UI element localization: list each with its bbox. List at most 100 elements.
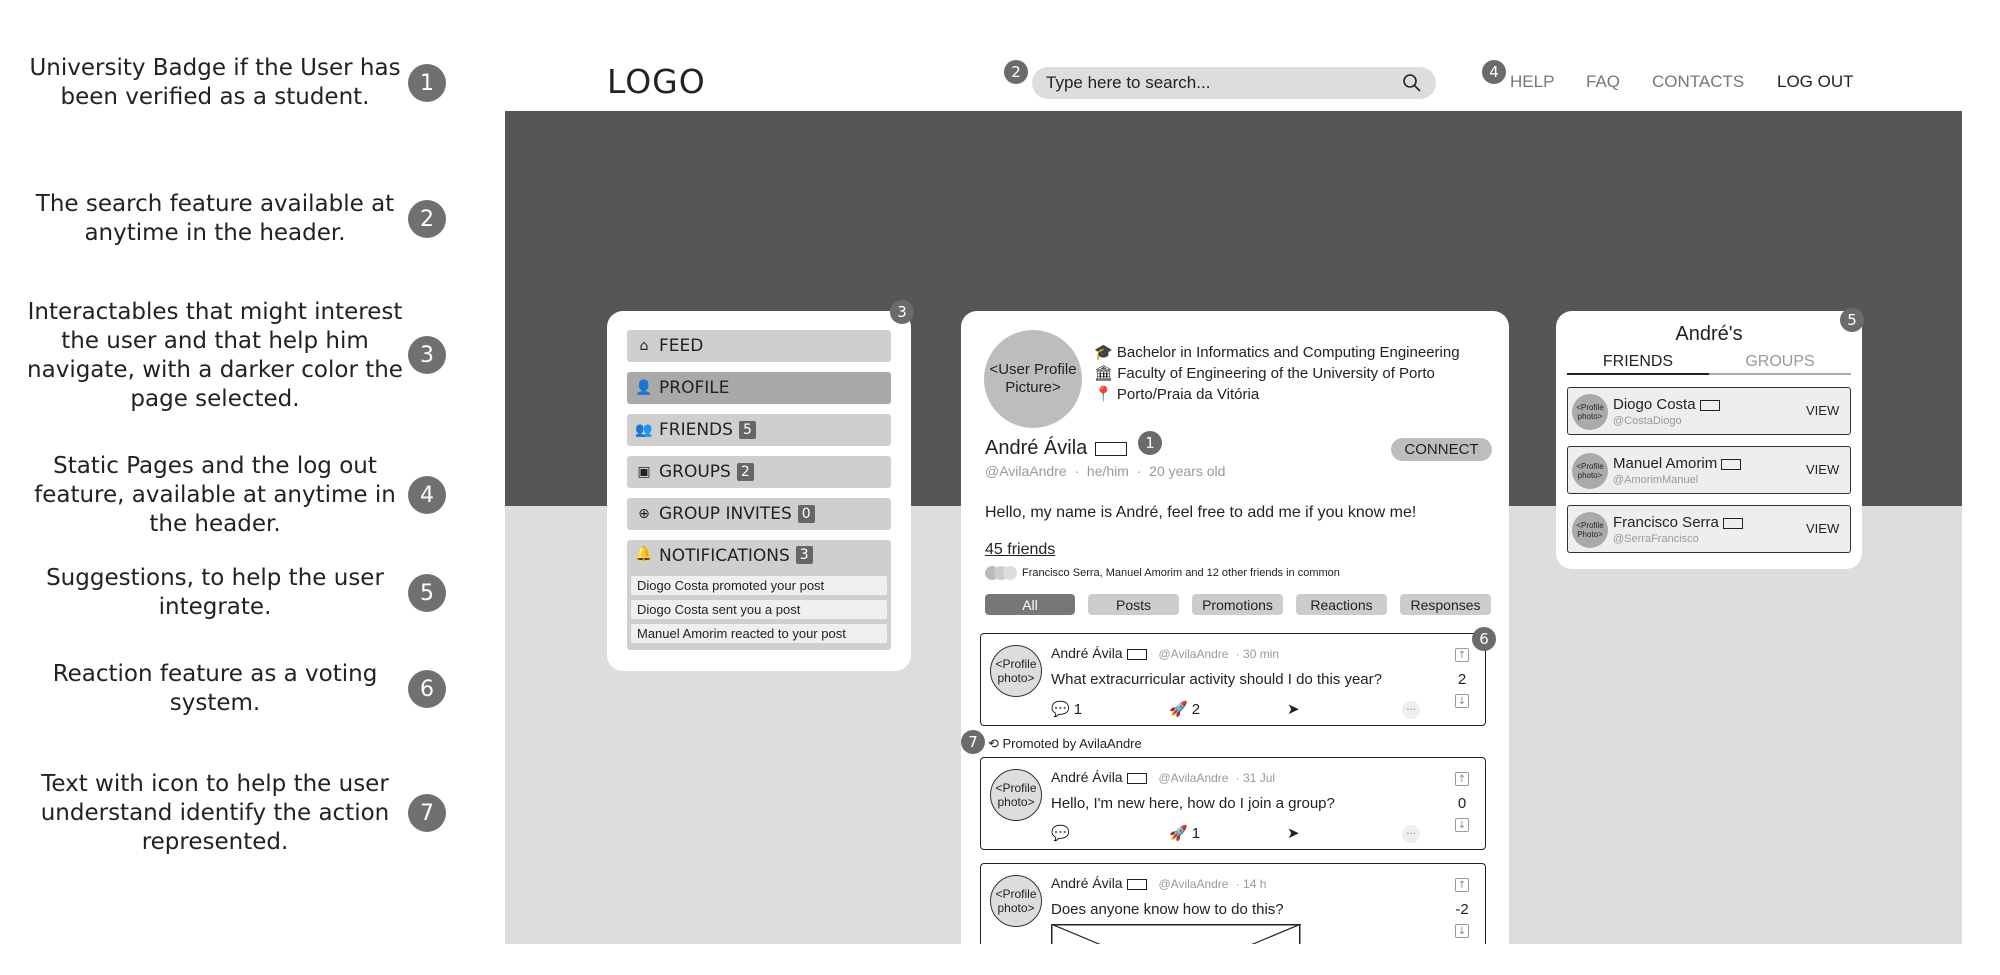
send-icon: ➤: [1287, 701, 1300, 718]
suggestion-item[interactable]: <Profile photo> Manuel Amorim @AmorimMan…: [1567, 446, 1851, 494]
sidebar-menu: ⌂ FEED 👤 PROFILE 👥 FRIENDS 5 ▣ GROUPS 2 ⊕ GROUP…: [607, 311, 911, 671]
tab-friends[interactable]: FRIENDS: [1567, 353, 1709, 375]
university-badge: [1126, 878, 1147, 890]
suggestion-item[interactable]: <Profile photo> Diogo Costa @CostaDiogo …: [1567, 387, 1851, 435]
post-avatar[interactable]: <Profile photo>: [990, 875, 1042, 927]
repost-icon: ⟲: [988, 736, 1003, 751]
annotation-number-5: 5: [408, 574, 446, 612]
friends-count-badge: 5: [738, 421, 756, 439]
notifications-count-badge: 3: [795, 546, 813, 564]
filter-responses[interactable]: Responses: [1400, 594, 1491, 615]
share-button[interactable]: 🚀 2: [1169, 700, 1200, 719]
suggestion-avatar[interactable]: <Profile Photo>: [1572, 512, 1608, 548]
search-icon[interactable]: [1402, 73, 1422, 93]
suggestion-name-text[interactable]: Francisco Serra: [1613, 514, 1719, 531]
filter-posts[interactable]: Posts: [1088, 594, 1179, 615]
post-author-name[interactable]: André Ávila: [1051, 769, 1123, 785]
upvote-icon[interactable]: ↑: [1455, 648, 1469, 662]
more-options-icon[interactable]: ···: [1402, 701, 1420, 719]
nav-contacts[interactable]: CONTACTS: [1652, 72, 1744, 92]
home-icon: ⌂: [639, 338, 649, 354]
marker-1: 1: [1138, 431, 1162, 455]
mutual-friends-text: Francisco Serra, Manuel Amorim and 12 ot…: [1022, 567, 1340, 579]
view-button[interactable]: VIEW: [1806, 521, 1839, 536]
nav-logout[interactable]: LOG OUT: [1777, 72, 1854, 92]
view-button[interactable]: VIEW: [1806, 403, 1839, 418]
post-author-name[interactable]: André Ávila: [1051, 875, 1123, 891]
downvote-icon[interactable]: ↓: [1455, 818, 1469, 832]
vote-score: -2: [1455, 901, 1469, 918]
suggestion-item[interactable]: <Profile Photo> Francisco Serra @SerraFr…: [1567, 505, 1851, 553]
university-badge: [1699, 399, 1720, 411]
post-author-name[interactable]: André Ávila: [1051, 645, 1123, 661]
share-count: 1: [1191, 824, 1201, 842]
send-button[interactable]: ➤: [1287, 700, 1300, 718]
annotation-number-2: 2: [408, 200, 446, 238]
marker-4: 4: [1482, 60, 1506, 84]
search-bar[interactable]: [1032, 67, 1436, 99]
comment-button[interactable]: 💬: [1051, 824, 1074, 842]
notification-item[interactable]: Diogo Costa sent you a post: [631, 600, 887, 619]
sidebar-item-friends[interactable]: 👥 FRIENDS 5: [627, 414, 891, 446]
suggestion-name: Francisco Serra: [1613, 514, 1743, 531]
profile-name: André Ávila: [985, 437, 1128, 460]
university-badge: [1126, 648, 1147, 660]
post-card[interactable]: <Profile photo> André Ávila @AvilaAndre …: [980, 633, 1486, 726]
send-button[interactable]: ➤: [1287, 824, 1300, 842]
friends-link[interactable]: 45 friends: [985, 541, 1055, 559]
search-input[interactable]: [1046, 73, 1402, 93]
suggestion-handle: @AmorimManuel: [1613, 474, 1699, 486]
nav-help[interactable]: HELP: [1510, 72, 1554, 92]
profile-picture[interactable]: <User Profile Picture>: [984, 330, 1082, 428]
suggestion-name-text[interactable]: Manuel Amorim: [1613, 455, 1717, 472]
marker-2: 2: [1004, 60, 1028, 84]
filter-reactions[interactable]: Reactions: [1296, 594, 1387, 615]
marker-3: 3: [890, 300, 914, 324]
upvote-icon[interactable]: ↑: [1455, 772, 1469, 786]
annotation-number-4: 4: [408, 476, 446, 514]
sidebar-item-feed[interactable]: ⌂ FEED: [627, 330, 891, 362]
upvote-icon[interactable]: ↑: [1455, 878, 1469, 892]
sidebar-item-group-invites[interactable]: ⊕ GROUP INVITES 0: [627, 498, 891, 530]
filter-promotions[interactable]: Promotions: [1192, 594, 1283, 615]
annotation-text-4: Static Pages and the log out feature, av…: [34, 453, 396, 537]
suggestion-name-text[interactable]: Diogo Costa: [1613, 396, 1696, 413]
downvote-icon[interactable]: ↓: [1455, 694, 1469, 708]
tab-groups[interactable]: GROUPS: [1709, 353, 1851, 375]
notification-item[interactable]: Manuel Amorim reacted to your post: [631, 624, 887, 643]
sidebar-item-profile[interactable]: 👤 PROFILE: [627, 372, 891, 404]
suggestion-avatar[interactable]: <Profile photo>: [1572, 453, 1608, 489]
post-author: André Ávila @AvilaAndre · 31 Jul: [1051, 769, 1276, 785]
annotation-number-1: 1: [408, 64, 446, 102]
faculty-info: 🏛 Faculty of Engineering of the Universi…: [1094, 364, 1435, 382]
sidebar-item-groups[interactable]: ▣ GROUPS 2: [627, 456, 891, 488]
post-card[interactable]: <Profile photo> André Ávila @AvilaAndre …: [980, 757, 1486, 850]
group-icon: ▣: [637, 464, 651, 480]
comment-button[interactable]: 💬 1: [1051, 700, 1082, 719]
university-badge: [1722, 517, 1743, 529]
profile-bio: Hello, my name is André, feel free to ad…: [985, 504, 1417, 521]
suggestion-avatar[interactable]: <Profile photo>: [1572, 394, 1608, 430]
university-badge: [1095, 441, 1128, 456]
post-avatar[interactable]: <Profile photo>: [990, 645, 1042, 697]
post-avatar[interactable]: <Profile photo>: [990, 769, 1042, 821]
post-card[interactable]: <Profile photo> André Ávila @AvilaAndre …: [980, 863, 1486, 949]
notification-item[interactable]: Diogo Costa promoted your post: [631, 576, 887, 595]
groups-count-badge: 2: [736, 463, 754, 481]
share-button[interactable]: 🚀 1: [1169, 824, 1201, 843]
connect-button[interactable]: CONNECT: [1391, 438, 1492, 461]
post-author: André Ávila @AvilaAndre · 14 h: [1051, 875, 1267, 891]
logo[interactable]: LOGO: [607, 62, 706, 101]
more-options-icon[interactable]: ···: [1402, 825, 1420, 843]
degree-text: Bachelor in Informatics and Computing En…: [1116, 344, 1460, 361]
suggestion-handle: @CostaDiogo: [1613, 415, 1682, 427]
view-button[interactable]: VIEW: [1806, 462, 1839, 477]
annotation-text-7: Text with icon to help the user understa…: [40, 771, 390, 855]
annotation-text-6: Reaction feature as a voting system.: [52, 661, 378, 716]
building-icon: 🏛: [1094, 365, 1118, 382]
filter-all[interactable]: All: [985, 594, 1075, 615]
post-text: Hello, I'm new here, how do I join a gro…: [1051, 795, 1335, 812]
post-time: 30 min: [1243, 647, 1280, 661]
nav-faq[interactable]: FAQ: [1586, 72, 1620, 92]
downvote-icon[interactable]: ↓: [1455, 924, 1469, 938]
